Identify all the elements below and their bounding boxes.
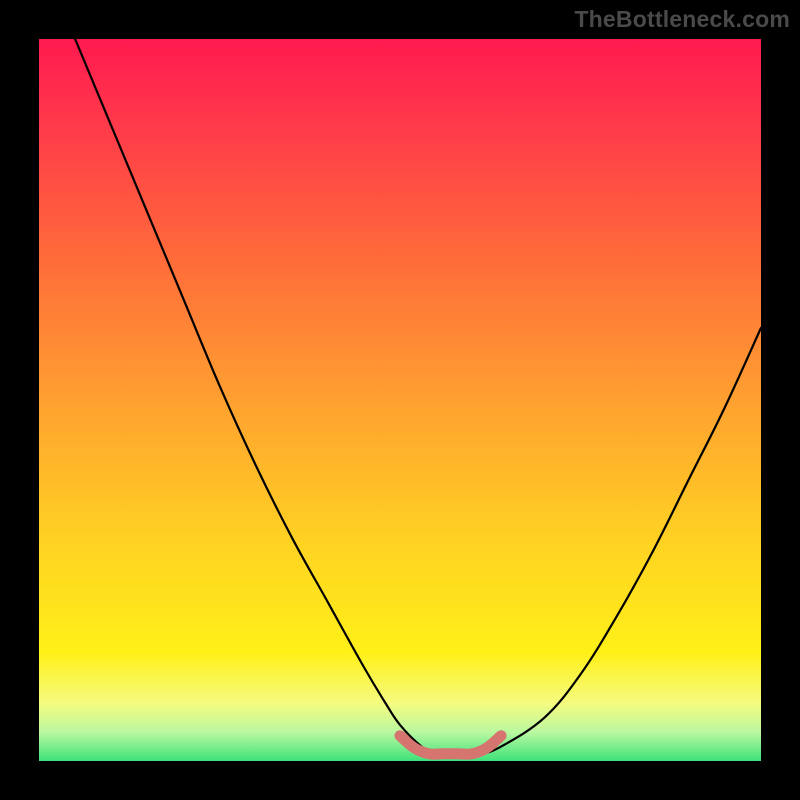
- watermark-label: TheBottleneck.com: [574, 6, 790, 33]
- chart-svg: [39, 39, 761, 761]
- bottleneck-curve: [75, 39, 761, 754]
- highlight-band: [400, 736, 501, 755]
- plot-area: [39, 39, 761, 761]
- chart-frame: TheBottleneck.com: [0, 0, 800, 800]
